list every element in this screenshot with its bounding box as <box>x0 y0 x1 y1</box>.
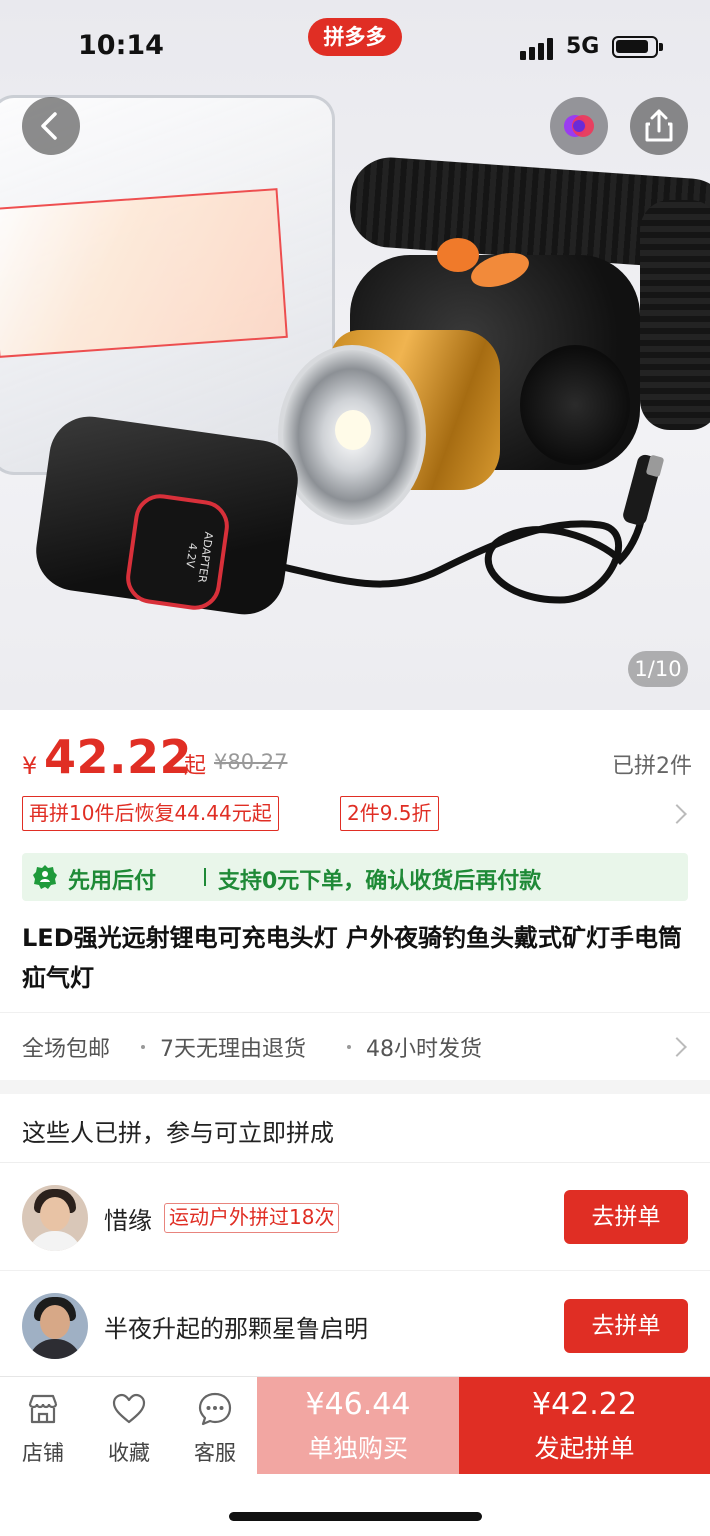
price-suffix: 起 <box>184 754 207 779</box>
share-button[interactable] <box>630 97 688 155</box>
chevron-right-icon <box>667 1037 687 1057</box>
join-group-button[interactable]: 去拼单 <box>564 1299 688 1353</box>
promo-tag: 2件9.5折 <box>340 796 439 831</box>
battery-icon <box>612 36 663 58</box>
heart-icon <box>112 1393 146 1424</box>
service-item: 7天无理由退货 <box>160 1037 306 1062</box>
group-buy-row: 半夜升起的那颗星鲁启明 去拼单 <box>0 1271 710 1379</box>
home-indicator-area <box>0 1474 710 1536</box>
tab-label: 店铺 <box>22 1441 64 1465</box>
tab-customer-service[interactable]: 客服 <box>172 1377 258 1475</box>
assistant-icon <box>564 115 594 137</box>
group-buy-price: ¥42.22 <box>532 1387 637 1422</box>
chat-icon <box>198 1392 232 1426</box>
section-divider <box>0 1080 710 1094</box>
cellular-signal-icon <box>520 38 556 60</box>
group-buy-label: 发起拼单 <box>534 1434 635 1463</box>
tab-label: 收藏 <box>108 1441 150 1465</box>
status-bar: 10:14 拼多多 5G <box>0 0 710 92</box>
chevron-left-icon <box>41 112 57 140</box>
member-name: 半夜升起的那颗星鲁启明 <box>104 1315 368 1343</box>
pay-later-icon <box>33 865 57 889</box>
buy-alone-button[interactable]: ¥46.44 单独购买 <box>257 1377 459 1475</box>
brand-badge: 拼多多 <box>308 18 402 56</box>
member-name: 惜缘 <box>104 1207 152 1235</box>
tab-label: 客服 <box>194 1441 236 1465</box>
avatar <box>22 1185 88 1251</box>
separator-dot <box>347 1045 351 1049</box>
separator-dot <box>141 1045 145 1049</box>
home-indicator[interactable] <box>229 1512 482 1521</box>
share-icon <box>645 109 673 142</box>
product-title: LED强光远射锂电可充电头灯 户外夜骑钓鱼头戴式矿灯手电筒疝气灯 <box>22 924 682 992</box>
tab-store[interactable]: 店铺 <box>0 1377 86 1475</box>
start-group-buy-button[interactable]: ¥42.22 发起拼单 <box>459 1377 710 1475</box>
bottom-action-bar: 店铺 收藏 客服 ¥46.44 单独购买 ¥42.22 发起拼单 <box>0 1376 710 1475</box>
original-price: ¥80.27 <box>214 750 288 774</box>
current-price: 42.22 <box>44 730 193 784</box>
group-buy-heading: 这些人已拼，参与可立即拼成 <box>22 1119 334 1147</box>
adapter-text: ADAPTER 4.2V <box>183 530 216 584</box>
product-image-gallery[interactable]: ADAPTER 4.2V 10:14 拼多多 5G 1/10 <box>0 0 710 710</box>
buy-alone-price: ¥46.44 <box>305 1387 411 1422</box>
promo-tag-row[interactable]: 再拼10件后恢复44.44元起 2件9.5折 <box>22 796 692 832</box>
pay-later-banner[interactable]: 先用后付 支持0元下单，确认收货后再付款 <box>22 853 688 901</box>
sold-count: 已拼2件 <box>612 754 692 779</box>
currency-symbol: ¥ <box>22 752 38 780</box>
assistant-button[interactable] <box>550 97 608 155</box>
back-button[interactable] <box>22 97 80 155</box>
service-item: 48小时发货 <box>366 1037 482 1062</box>
member-tag: 运动户外拼过18次 <box>164 1203 340 1233</box>
service-guarantees-row[interactable]: 全场包邮 7天无理由退货 48小时发货 <box>0 1012 710 1078</box>
store-icon <box>28 1394 58 1424</box>
tab-favorite[interactable]: 收藏 <box>86 1377 172 1475</box>
join-group-button[interactable]: 去拼单 <box>564 1190 688 1244</box>
buy-alone-label: 单独购买 <box>307 1434 408 1463</box>
price-row: ¥ 42.22 起 ¥80.27 已拼2件 <box>22 728 692 788</box>
group-buy-row: 惜缘 运动户外拼过18次 去拼单 <box>0 1163 710 1271</box>
pay-later-separator <box>204 868 206 886</box>
image-page-counter: 1/10 <box>628 651 688 687</box>
chevron-right-icon <box>667 804 687 824</box>
promo-tag: 再拼10件后恢复44.44元起 <box>22 796 279 831</box>
pay-later-label: 先用后付 <box>68 869 157 894</box>
pay-later-description: 支持0元下单，确认收货后再付款 <box>218 869 542 894</box>
status-time: 10:14 <box>78 30 164 61</box>
avatar <box>22 1293 88 1359</box>
network-type: 5G <box>566 34 600 59</box>
service-item: 全场包邮 <box>22 1037 111 1062</box>
